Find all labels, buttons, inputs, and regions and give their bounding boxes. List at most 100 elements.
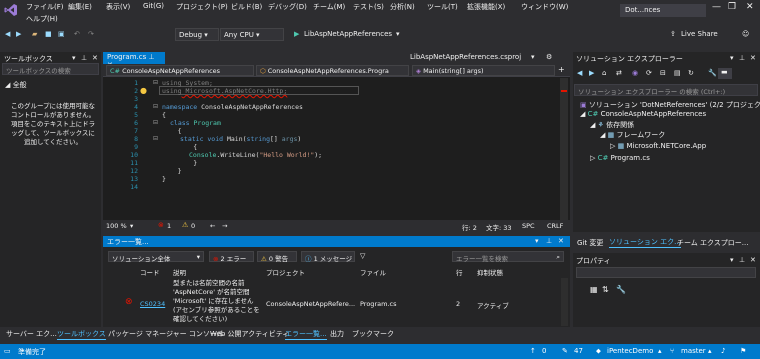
menu-tools[interactable]: ツール(T) bbox=[427, 2, 458, 12]
toolbox-dropdown-icon[interactable]: ▾ bbox=[72, 54, 76, 62]
tree-framework[interactable]: ◢ ▦ フレームワーク bbox=[600, 130, 665, 140]
open-folder-icon[interactable]: ▰ bbox=[32, 30, 37, 38]
editor-scrollbar[interactable] bbox=[560, 78, 568, 220]
save-icon[interactable]: ■ bbox=[45, 30, 52, 38]
nav-left-icon[interactable]: ← bbox=[210, 222, 215, 230]
maximize-icon[interactable]: ❐ bbox=[728, 2, 736, 12]
expand-icon[interactable]: ◢ bbox=[580, 110, 588, 118]
column-header-suppression[interactable]: 抑制状態 bbox=[477, 267, 503, 277]
warning-count[interactable]: 0 bbox=[191, 222, 195, 230]
tab-error-list[interactable]: エラー一覧... bbox=[285, 329, 327, 340]
column-header-project[interactable]: プロジェクト bbox=[266, 267, 305, 277]
tab-team-explorer[interactable]: チーム エクスプロー... bbox=[677, 238, 748, 248]
tab-bookmarks[interactable]: ブックマーク bbox=[352, 329, 394, 339]
tab-program-cs[interactable]: Program.cs ⊥ ✕ bbox=[103, 52, 165, 69]
sol-dropdown-icon[interactable]: ▾ bbox=[730, 54, 734, 62]
categorized-icon[interactable]: ▦ bbox=[590, 285, 598, 294]
tree-solution[interactable]: ▣ ソリューション 'DotNetReferences' (2/2 プロジェク bbox=[580, 100, 760, 110]
expand-icon[interactable]: ◢ bbox=[600, 131, 608, 139]
prop-pin-icon[interactable]: ⊥ bbox=[739, 256, 745, 264]
forward-icon[interactable]: ▶ bbox=[589, 69, 594, 77]
menu-help[interactable]: ヘルプ(H) bbox=[26, 14, 58, 24]
err-close-icon[interactable]: ✕ bbox=[558, 237, 564, 245]
sync-icon[interactable]: ⟳ bbox=[646, 69, 652, 77]
menu-analyze[interactable]: 分析(N) bbox=[390, 2, 415, 12]
home-icon[interactable]: ⌂ bbox=[602, 69, 606, 77]
menu-team[interactable]: チーム(M) bbox=[313, 2, 345, 12]
sol-pin-icon[interactable]: ⊥ bbox=[739, 54, 745, 62]
tree-project[interactable]: ◢ C# ConsoleAspNetAppReferences bbox=[580, 110, 706, 118]
split-editor-icon[interactable]: + bbox=[558, 65, 565, 74]
notifications-icon[interactable]: ⚑ bbox=[740, 347, 746, 355]
menu-project[interactable]: プロジェクト(P) bbox=[176, 2, 228, 12]
tab-web-publish[interactable]: Web 公開アクティビティ bbox=[210, 329, 289, 339]
refresh-icon[interactable]: ↻ bbox=[688, 69, 694, 77]
error-count[interactable]: 1 bbox=[167, 222, 171, 230]
save-all-icon[interactable]: ▣ bbox=[58, 30, 65, 38]
run-icon[interactable]: ▶ bbox=[294, 30, 299, 38]
solution-search-input[interactable]: ソリューション エクスプローラー の検索 (Ctrl+:) bbox=[574, 84, 758, 96]
live-share-icon[interactable]: ⇪ bbox=[670, 30, 676, 38]
run-dropdown-icon[interactable]: ▾ bbox=[396, 30, 400, 38]
tab-server-explorer[interactable]: サーバー エク... bbox=[6, 329, 57, 339]
tree-dependencies[interactable]: ◢ ⚘ 依存関係 bbox=[590, 120, 634, 130]
filter-icon[interactable]: ▽ bbox=[360, 252, 365, 260]
column-header-file[interactable]: ファイル bbox=[360, 267, 386, 277]
warnings-filter-button[interactable]: ⚠ 0 警告 bbox=[257, 251, 297, 263]
column-header-code[interactable]: コード bbox=[140, 267, 160, 277]
error-code-link[interactable]: CS0234 bbox=[140, 300, 165, 308]
branch-name[interactable]: master bbox=[681, 347, 706, 355]
whitespace-mode[interactable]: SPC bbox=[522, 222, 535, 230]
alphabetical-icon[interactable]: ⇅ bbox=[602, 285, 609, 294]
error-search-input[interactable]: エラー一覧を検索 ⌕ bbox=[452, 251, 564, 263]
platform-dropdown[interactable]: Any CPU ▾ bbox=[220, 28, 284, 41]
toolbox-group-general[interactable]: ◢ 全般 bbox=[5, 80, 27, 90]
menu-build[interactable]: ビルド(B) bbox=[231, 2, 262, 12]
menu-git[interactable]: Git(G) bbox=[143, 2, 164, 10]
column-header-line[interactable]: 行 bbox=[456, 267, 463, 277]
collapse-icon[interactable]: ⊟ bbox=[153, 103, 158, 110]
zoom-dropdown-icon[interactable]: ▾ bbox=[130, 222, 133, 230]
menu-edit[interactable]: 編集(E) bbox=[68, 2, 92, 12]
lightbulb-icon[interactable]: ● bbox=[140, 86, 147, 95]
expand-icon[interactable]: ◢ bbox=[590, 121, 598, 129]
undo-icon[interactable]: ↶ bbox=[74, 30, 80, 38]
forward-icon[interactable]: ▶ bbox=[16, 30, 21, 38]
tree-netcore[interactable]: ▷ ▦ Microsoft.NETCore.App bbox=[610, 142, 706, 150]
feedback-icon[interactable]: ☺ bbox=[742, 30, 749, 38]
branch-dropdown-icon[interactable]: ▴ bbox=[708, 347, 712, 355]
err-dropdown-icon[interactable]: ▾ bbox=[535, 237, 539, 245]
error-list-scrollbar[interactable] bbox=[561, 278, 568, 326]
tab-git-changes[interactable]: Git 変更 bbox=[577, 238, 603, 248]
properties-icon[interactable]: 🔧 bbox=[708, 69, 717, 77]
menu-test[interactable]: テスト(S) bbox=[353, 2, 384, 12]
toolbox-close-icon[interactable]: ✕ bbox=[92, 54, 98, 62]
property-pages-icon[interactable]: 🔧 bbox=[616, 285, 626, 294]
menu-window[interactable]: ウィンドウ(W) bbox=[521, 2, 568, 12]
config-dropdown[interactable]: Debug ▾ bbox=[175, 28, 219, 41]
menu-debug[interactable]: デバッグ(D) bbox=[268, 2, 307, 12]
toolbox-pin-icon[interactable]: ⊥ bbox=[81, 54, 87, 62]
tab-dropdown-icon[interactable]: ▾ bbox=[531, 53, 535, 61]
close-icon[interactable]: ✕ bbox=[746, 2, 754, 12]
nav-member-dropdown[interactable]: ◈ Main(string[] args) bbox=[412, 65, 555, 76]
collapse-icon[interactable]: ⊟ bbox=[153, 135, 158, 142]
repository-name[interactable]: iPentecDemo bbox=[607, 347, 653, 355]
switch-view-icon[interactable]: ⇄ bbox=[616, 69, 622, 77]
tree-program-cs[interactable]: ▷ C# Program.cs bbox=[590, 154, 650, 162]
show-all-files-icon[interactable]: ▤ bbox=[674, 69, 681, 77]
sol-close-icon[interactable]: ✕ bbox=[750, 54, 756, 62]
pending-changes-icon[interactable]: ◉ bbox=[632, 69, 638, 77]
menu-view[interactable]: 表示(V) bbox=[106, 2, 130, 12]
pending-changes-count[interactable]: 47 bbox=[574, 347, 583, 355]
tab-toolbox[interactable]: ツールボックス bbox=[57, 329, 106, 340]
tab-output[interactable]: 出力 bbox=[330, 329, 344, 339]
collapse-all-icon[interactable]: ⊟ bbox=[660, 69, 666, 77]
tab-csproj[interactable]: LibAspNetAppReferences.csproj bbox=[410, 53, 521, 61]
nav-class-dropdown[interactable]: ⬡ ConsoleAspNetAppReferences.Progra bbox=[256, 65, 409, 76]
collapse-icon[interactable]: ⊟ bbox=[153, 119, 158, 126]
messages-filter-button[interactable]: ⓘ 1 メッセージ bbox=[301, 251, 355, 263]
bell-icon[interactable]: ♪ bbox=[721, 347, 725, 355]
redo-icon[interactable]: ↷ bbox=[88, 30, 94, 38]
nav-right-icon[interactable]: → bbox=[222, 222, 227, 230]
